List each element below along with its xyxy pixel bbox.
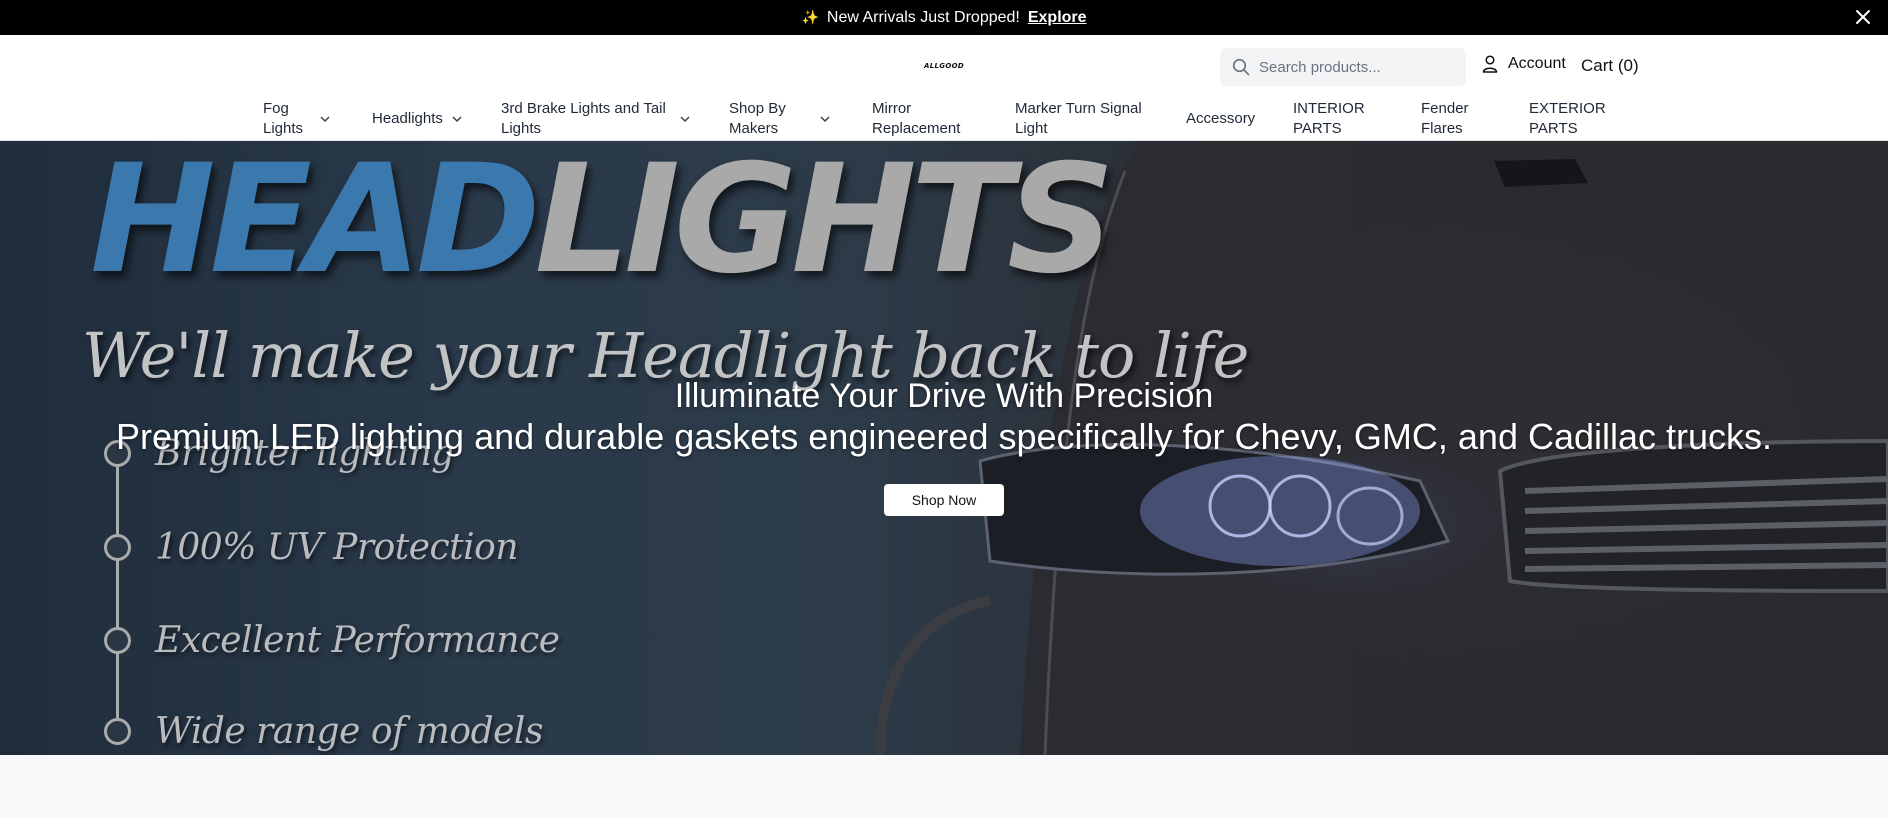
feature-item: Wide range of models bbox=[104, 711, 543, 752]
nav-item-brake-tail-lights[interactable]: 3rd Brake Lights and Tail Lights bbox=[501, 98, 701, 140]
content-area bbox=[0, 755, 1888, 818]
search-input[interactable] bbox=[1259, 58, 1449, 76]
sparkles-icon: ✨ bbox=[801, 9, 819, 25]
announcement-bar: ✨ New Arrivals Just Dropped! Explore bbox=[0, 0, 1888, 35]
banner-word-lights: LIGHTS bbox=[534, 141, 1115, 307]
chevron-down-icon bbox=[820, 116, 830, 123]
nav-item-headlights[interactable]: Headlights bbox=[372, 98, 472, 140]
nav-item-fog-lights[interactable]: Fog Lights bbox=[263, 98, 343, 140]
timeline-dot-icon bbox=[104, 627, 131, 654]
feature-label: Wide range of models bbox=[155, 711, 543, 752]
nav-item-label: Fog Lights bbox=[263, 100, 304, 137]
nav-item-label: Headlights bbox=[372, 110, 443, 127]
nav-item-marker-turn-signal[interactable]: Marker Turn Signal Light bbox=[1015, 98, 1155, 140]
site-logo[interactable]: ALLGOOD bbox=[924, 62, 964, 72]
chevron-down-icon bbox=[452, 116, 462, 123]
chevron-down-icon bbox=[320, 116, 330, 123]
search-icon bbox=[1232, 58, 1250, 76]
search-box[interactable] bbox=[1220, 48, 1466, 86]
nav-item-label: Accessory bbox=[1186, 110, 1256, 127]
nav-item-label: 3rd Brake Lights and Tail Lights bbox=[501, 100, 666, 137]
nav-item-accessory[interactable]: Accessory bbox=[1186, 98, 1276, 140]
hero-banner: HEADLIGHTS We'll make your Headlight bac… bbox=[0, 141, 1888, 755]
feature-item: Excellent Performance bbox=[104, 620, 560, 661]
feature-label: Excellent Performance bbox=[155, 620, 560, 661]
timeline-dot-icon bbox=[104, 718, 131, 745]
feature-item: 100% UV Protection bbox=[104, 527, 519, 568]
banner-word-head: HEAD bbox=[90, 141, 541, 307]
hero-title: Illuminate Your Drive With Precision bbox=[674, 377, 1214, 415]
close-icon[interactable] bbox=[1852, 6, 1874, 28]
nav-item-exterior-parts[interactable]: EXTERIOR PARTS bbox=[1529, 98, 1609, 140]
nav-item-label: Shop By Makers bbox=[729, 100, 786, 137]
account-label: Account bbox=[1508, 55, 1566, 72]
nav-item-label: Fender Flares bbox=[1421, 100, 1469, 137]
nav-item-label: Mirror Replacement bbox=[872, 100, 961, 137]
nav-item-label: Marker Turn Signal Light bbox=[1015, 100, 1142, 137]
nav-item-shop-by-makers[interactable]: Shop By Makers bbox=[729, 98, 839, 140]
features-timeline bbox=[116, 448, 119, 726]
timeline-dot-icon bbox=[104, 534, 131, 561]
nav-item-label: INTERIOR PARTS bbox=[1293, 100, 1365, 137]
user-icon bbox=[1482, 55, 1498, 73]
cart-link[interactable]: Cart (0) bbox=[1581, 56, 1639, 76]
explore-link[interactable]: Explore bbox=[1028, 9, 1087, 27]
announcement-message: New Arrivals Just Dropped! bbox=[826, 8, 1020, 26]
site-header: ALLGOOD Account Cart (0) Fog Lights Head… bbox=[0, 35, 1888, 141]
chevron-down-icon bbox=[680, 116, 690, 123]
nav-item-mirror-replacement[interactable]: Mirror Replacement bbox=[872, 98, 982, 140]
nav-item-interior-parts[interactable]: INTERIOR PARTS bbox=[1293, 98, 1373, 140]
hero-subtitle: Premium LED lighting and durable gaskets… bbox=[115, 416, 1773, 457]
banner-headlights-word: HEADLIGHTS bbox=[90, 145, 1115, 295]
shop-now-button[interactable]: Shop Now bbox=[884, 484, 1004, 516]
feature-label: 100% UV Protection bbox=[155, 527, 519, 568]
account-link[interactable]: Account bbox=[1482, 55, 1566, 73]
nav-item-label: EXTERIOR PARTS bbox=[1529, 100, 1606, 137]
nav-item-fender-flares[interactable]: Fender Flares bbox=[1421, 98, 1481, 140]
